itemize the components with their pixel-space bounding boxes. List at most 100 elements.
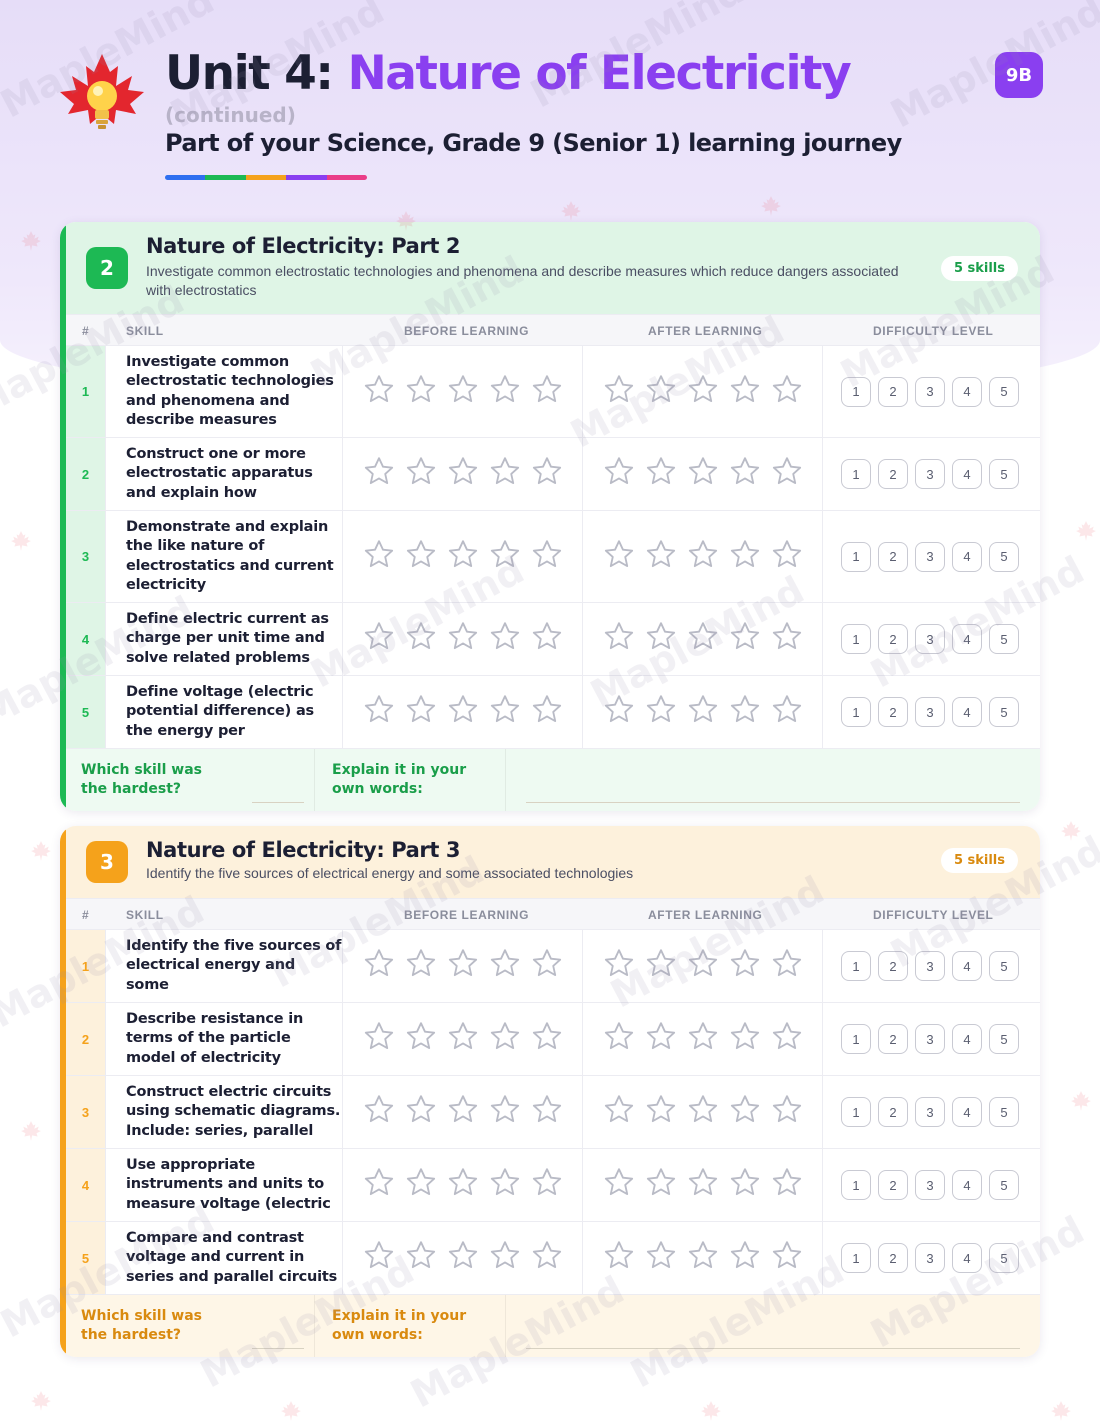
star-icon[interactable] <box>530 693 564 732</box>
difficulty-level-4[interactable]: 4 <box>952 951 982 981</box>
difficulty-level-4[interactable]: 4 <box>952 1243 982 1273</box>
star-icon[interactable] <box>404 537 438 576</box>
star-icon[interactable] <box>488 372 522 411</box>
star-icon[interactable] <box>770 1020 804 1059</box>
difficulty-level-3[interactable]: 3 <box>915 541 945 572</box>
star-icon[interactable] <box>446 372 480 411</box>
difficulty-level-1[interactable]: 1 <box>841 1024 871 1054</box>
star-icon[interactable] <box>770 455 804 494</box>
star-icon[interactable] <box>686 947 720 986</box>
star-icon[interactable] <box>488 1020 522 1059</box>
difficulty-level-4[interactable]: 4 <box>952 1024 982 1054</box>
star-icon[interactable] <box>728 1093 762 1132</box>
difficulty-level-3[interactable]: 3 <box>915 697 945 727</box>
star-icon[interactable] <box>530 620 564 659</box>
star-icon[interactable] <box>446 537 480 576</box>
difficulty-level-4[interactable]: 4 <box>952 697 982 727</box>
difficulty-level-1[interactable]: 1 <box>841 624 871 654</box>
difficulty-level-3[interactable]: 3 <box>915 624 945 654</box>
star-icon[interactable] <box>770 1239 804 1278</box>
difficulty-level-3[interactable]: 3 <box>915 951 945 981</box>
difficulty-level-1[interactable]: 1 <box>841 951 871 981</box>
star-icon[interactable] <box>602 537 636 576</box>
star-icon[interactable] <box>530 455 564 494</box>
star-icon[interactable] <box>602 620 636 659</box>
star-icon[interactable] <box>488 693 522 732</box>
star-icon[interactable] <box>644 372 678 411</box>
star-icon[interactable] <box>644 1166 678 1205</box>
star-icon[interactable] <box>446 1166 480 1205</box>
difficulty-level-5[interactable]: 5 <box>989 541 1019 572</box>
star-icon[interactable] <box>644 1239 678 1278</box>
star-icon[interactable] <box>446 693 480 732</box>
star-icon[interactable] <box>728 537 762 576</box>
star-icon[interactable] <box>362 537 396 576</box>
difficulty-level-4[interactable]: 4 <box>952 1170 982 1200</box>
star-icon[interactable] <box>770 947 804 986</box>
star-icon[interactable] <box>728 1239 762 1278</box>
difficulty-level-4[interactable]: 4 <box>952 541 982 572</box>
star-icon[interactable] <box>728 455 762 494</box>
star-icon[interactable] <box>644 1093 678 1132</box>
difficulty-level-2[interactable]: 2 <box>878 459 908 489</box>
difficulty-level-3[interactable]: 3 <box>915 1097 945 1127</box>
difficulty-level-4[interactable]: 4 <box>952 459 982 489</box>
star-icon[interactable] <box>362 1093 396 1132</box>
star-icon[interactable] <box>362 620 396 659</box>
star-icon[interactable] <box>446 620 480 659</box>
hardest-skill-answer-line[interactable] <box>252 1348 304 1349</box>
star-icon[interactable] <box>488 1093 522 1132</box>
star-icon[interactable] <box>770 1166 804 1205</box>
star-icon[interactable] <box>644 620 678 659</box>
star-icon[interactable] <box>530 372 564 411</box>
difficulty-level-3[interactable]: 3 <box>915 1243 945 1273</box>
difficulty-level-5[interactable]: 5 <box>989 1024 1019 1054</box>
star-icon[interactable] <box>446 1239 480 1278</box>
difficulty-level-2[interactable]: 2 <box>878 376 908 407</box>
star-icon[interactable] <box>686 372 720 411</box>
star-icon[interactable] <box>362 372 396 411</box>
hardest-skill-answer-line[interactable] <box>252 802 304 803</box>
star-icon[interactable] <box>362 1166 396 1205</box>
star-icon[interactable] <box>686 1020 720 1059</box>
difficulty-level-2[interactable]: 2 <box>878 541 908 572</box>
difficulty-level-3[interactable]: 3 <box>915 1170 945 1200</box>
star-icon[interactable] <box>686 537 720 576</box>
star-icon[interactable] <box>602 1093 636 1132</box>
difficulty-level-2[interactable]: 2 <box>878 624 908 654</box>
star-icon[interactable] <box>602 947 636 986</box>
star-icon[interactable] <box>728 947 762 986</box>
difficulty-level-1[interactable]: 1 <box>841 459 871 489</box>
difficulty-level-5[interactable]: 5 <box>989 1170 1019 1200</box>
star-icon[interactable] <box>404 1020 438 1059</box>
star-icon[interactable] <box>728 620 762 659</box>
star-icon[interactable] <box>446 947 480 986</box>
difficulty-level-5[interactable]: 5 <box>989 951 1019 981</box>
star-icon[interactable] <box>404 1166 438 1205</box>
star-icon[interactable] <box>686 1239 720 1278</box>
star-icon[interactable] <box>686 1093 720 1132</box>
star-icon[interactable] <box>602 693 636 732</box>
star-icon[interactable] <box>728 1020 762 1059</box>
difficulty-level-5[interactable]: 5 <box>989 624 1019 654</box>
star-icon[interactable] <box>644 693 678 732</box>
difficulty-level-1[interactable]: 1 <box>841 697 871 727</box>
star-icon[interactable] <box>488 1239 522 1278</box>
star-icon[interactable] <box>488 620 522 659</box>
difficulty-level-3[interactable]: 3 <box>915 376 945 407</box>
star-icon[interactable] <box>404 947 438 986</box>
star-icon[interactable] <box>644 537 678 576</box>
difficulty-level-2[interactable]: 2 <box>878 697 908 727</box>
star-icon[interactable] <box>602 1239 636 1278</box>
star-icon[interactable] <box>488 537 522 576</box>
star-icon[interactable] <box>686 1166 720 1205</box>
star-icon[interactable] <box>488 947 522 986</box>
star-icon[interactable] <box>446 1020 480 1059</box>
star-icon[interactable] <box>446 455 480 494</box>
explain-answer-line[interactable] <box>526 802 1020 803</box>
star-icon[interactable] <box>644 947 678 986</box>
star-icon[interactable] <box>602 1166 636 1205</box>
star-icon[interactable] <box>770 1093 804 1132</box>
star-icon[interactable] <box>488 1166 522 1205</box>
star-icon[interactable] <box>404 620 438 659</box>
